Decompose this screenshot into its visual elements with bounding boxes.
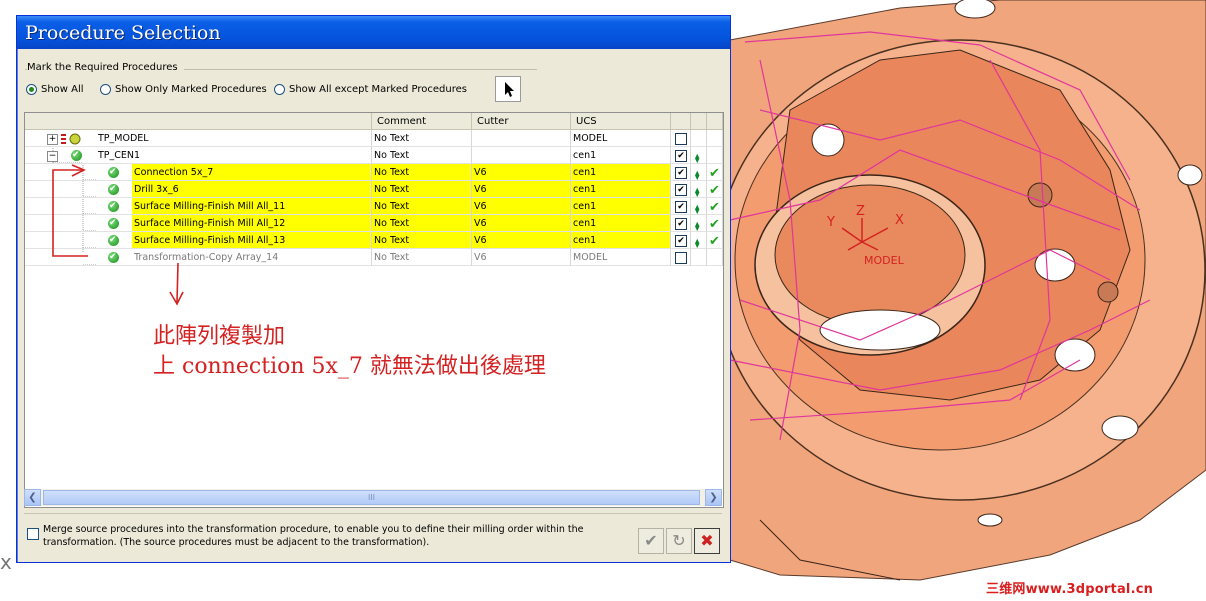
annotation-line1: 此陣列複製加 <box>153 324 286 349</box>
annotation-text: 此陣列複製加 上 connection 5x_7 就無法做出後處理 <box>153 322 546 382</box>
axis-y-label: Y <box>826 215 835 230</box>
annotation-arrows <box>52 164 184 306</box>
axis-x-label: X <box>895 213 904 228</box>
axis-z-label: Z <box>856 204 865 219</box>
annotation-line2: 上 connection 5x_7 就無法做出後處理 <box>153 354 546 379</box>
part-body <box>714 0 1206 581</box>
ucs-model-label: MODEL <box>864 254 905 267</box>
watermark: 三维网www.3dportal.cn <box>986 582 1154 597</box>
